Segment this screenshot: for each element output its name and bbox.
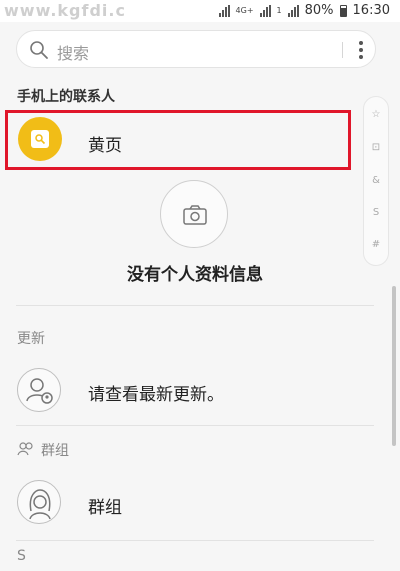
- highlight-box: [5, 110, 351, 170]
- groups-label: 群组: [88, 498, 122, 518]
- camera-icon: [183, 205, 207, 225]
- divider: [16, 540, 374, 541]
- divider: [16, 305, 374, 306]
- status-icons: 4G+ 1 80% 16:30: [218, 3, 390, 18]
- group-icon: [17, 442, 33, 456]
- more-vert-icon[interactable]: [357, 41, 365, 59]
- search-divider: [342, 42, 343, 58]
- signal-icon: [218, 4, 230, 17]
- signal-icon-3: [287, 4, 299, 17]
- search-icon: [30, 41, 48, 59]
- section-header-updates: 更新: [17, 331, 45, 347]
- section-header-phone-contacts: 手机上的联系人: [17, 89, 115, 105]
- search-input[interactable]: 搜索: [57, 40, 89, 64]
- section-header-s: S: [17, 548, 26, 564]
- group-avatar-icon: [17, 480, 61, 524]
- index-item-profile[interactable]: ⊡: [364, 142, 388, 153]
- sim-label: 1: [276, 5, 282, 15]
- battery-icon: [339, 4, 347, 17]
- index-item-s[interactable]: S: [364, 207, 388, 218]
- index-item-favorites[interactable]: ☆: [364, 109, 388, 120]
- watermark: www.kgfdi.c: [4, 1, 126, 20]
- index-item-symbol[interactable]: &: [364, 175, 388, 186]
- search-bar[interactable]: 搜索: [16, 30, 376, 68]
- clock: 16:30: [352, 3, 390, 18]
- person-update-icon: [17, 368, 61, 412]
- profile-photo-button[interactable]: [160, 180, 228, 248]
- signal-icon-2: [259, 4, 271, 17]
- divider: [16, 425, 374, 426]
- updates-label: 请查看最新更新。: [88, 385, 224, 405]
- network-type-label: 4G+: [235, 5, 254, 15]
- index-item-hash[interactable]: #: [364, 239, 388, 250]
- section-header-groups: 群组: [41, 443, 69, 459]
- status-bar: www.kgfdi.c 4G+ 1 80% 16:30: [0, 0, 400, 22]
- scrollbar[interactable]: [392, 286, 396, 446]
- no-profile-text: 没有个人资料信息: [127, 265, 263, 285]
- index-scroller[interactable]: ☆ ⊡ & S #: [363, 96, 389, 266]
- battery-percent: 80%: [304, 3, 334, 18]
